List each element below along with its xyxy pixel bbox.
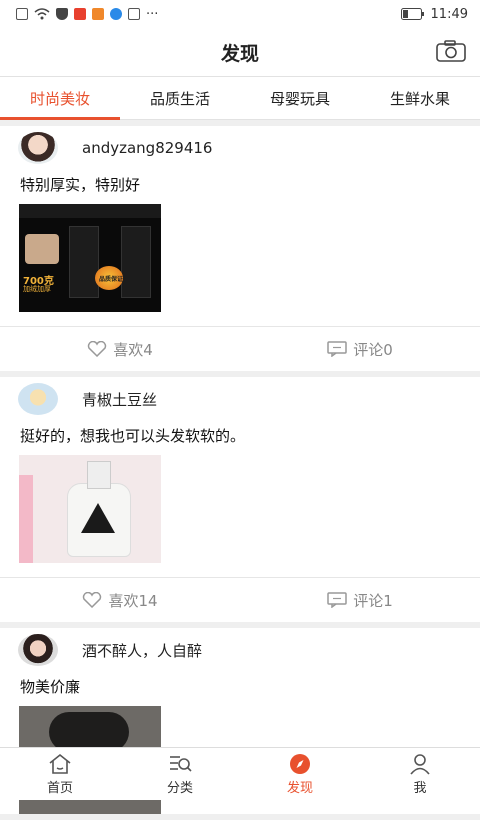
pink-bottle-edge <box>19 475 33 563</box>
browser-app-icon <box>110 8 122 20</box>
like-count: 喜欢14 <box>108 591 158 610</box>
app-header: 发现 <box>0 28 480 76</box>
status-icons-left: ··· <box>16 7 158 22</box>
status-icons-right: 11:49 <box>400 6 468 22</box>
comment-button[interactable]: 评论1 <box>240 578 480 622</box>
post-author[interactable]: 酒不醉人，人自醉 <box>0 628 480 672</box>
avatar[interactable] <box>18 383 58 415</box>
category-search-icon <box>170 755 192 772</box>
post-text: 挺好的，想我也可以头发软软的。 <box>20 427 246 445</box>
like-count: 喜欢4 <box>113 340 153 359</box>
comment-icon <box>327 341 347 357</box>
post-image[interactable]: 品质保证 700克 加绒加厚 <box>19 204 161 312</box>
clock: 11:49 <box>430 6 468 22</box>
battery-icon <box>400 8 424 20</box>
weight-sublabel: 加绒加厚 <box>23 285 51 293</box>
tab-baby-toys[interactable]: 母婴玩具 <box>240 77 360 119</box>
post-author[interactable]: andyzang829416 <box>0 126 480 170</box>
bottom-navigation: 首页 分类 发现 我 <box>0 747 480 800</box>
nav-label: 首页 <box>46 780 73 796</box>
fur-detail <box>25 234 59 264</box>
heart-icon <box>88 341 107 357</box>
category-tabs: 时尚美妆 品质生活 母婴玩具 生鲜水果 <box>0 76 480 120</box>
status-bar: ··· 11:49 <box>0 0 480 28</box>
leggings-shape <box>121 226 151 298</box>
comment-icon <box>327 592 347 608</box>
like-button[interactable]: 喜欢14 <box>0 578 240 622</box>
post-card[interactable]: 青椒土豆丝 挺好的，想我也可以头发软软的。 喜欢14 评论1 <box>0 377 480 622</box>
nav-home[interactable]: 首页 <box>0 748 120 800</box>
username[interactable]: 青椒土豆丝 <box>82 389 157 410</box>
post-actions: 喜欢14 评论1 <box>0 577 480 622</box>
username[interactable]: andyzang829416 <box>82 139 212 157</box>
image-badge: 品质保证 <box>99 276 124 283</box>
post-card[interactable]: andyzang829416 特别厚实，特别好 品质保证 700克 加绒加厚 喜… <box>0 126 480 371</box>
tab-label: 时尚美妆 <box>29 89 90 108</box>
leggings-shape <box>69 226 99 298</box>
post-actions: 喜欢4 评论0 <box>0 326 480 371</box>
compass-icon <box>290 753 310 774</box>
post-author[interactable]: 青椒土豆丝 <box>0 377 480 421</box>
nav-me[interactable]: 我 <box>360 748 480 800</box>
post-text: 特别厚实，特别好 <box>20 176 141 194</box>
tab-quality-life[interactable]: 品质生活 <box>120 77 240 119</box>
nav-category[interactable]: 分类 <box>120 748 240 800</box>
comment-button[interactable]: 评论0 <box>240 327 480 371</box>
nav-label: 分类 <box>166 780 193 796</box>
image-banner <box>19 204 161 218</box>
tab-fashion-beauty[interactable]: 时尚美妆 <box>0 77 120 120</box>
bottle-pump <box>87 461 111 489</box>
username[interactable]: 酒不醉人，人自醉 <box>82 640 202 661</box>
like-button[interactable]: 喜欢4 <box>0 327 240 371</box>
shield-icon <box>56 8 68 20</box>
app-notification-icon <box>74 8 86 20</box>
nav-discover[interactable]: 发现 <box>240 748 360 800</box>
gallery-icon <box>128 8 140 20</box>
more-notifications: ··· <box>146 6 159 22</box>
post-feed: andyzang829416 特别厚实，特别好 品质保证 700克 加绒加厚 喜… <box>0 126 480 820</box>
user-icon <box>410 753 430 775</box>
wifi-icon <box>34 8 50 20</box>
alert-icon <box>16 8 28 20</box>
post-text: 物美价廉 <box>20 678 81 696</box>
comment-count: 评论0 <box>353 340 393 359</box>
nav-label: 发现 <box>286 780 313 796</box>
camera-icon[interactable] <box>436 40 466 62</box>
tab-label: 生鲜水果 <box>389 89 450 108</box>
tab-fresh-fruit[interactable]: 生鲜水果 <box>360 77 480 119</box>
avatar[interactable] <box>18 634 58 666</box>
post-image[interactable] <box>19 455 161 563</box>
video-app-icon <box>92 8 104 20</box>
heart-icon <box>83 592 102 608</box>
image-dark-region <box>49 712 129 752</box>
tab-label: 母婴玩具 <box>269 89 330 108</box>
tab-label: 品质生活 <box>149 89 210 108</box>
home-icon <box>49 753 71 774</box>
avatar[interactable] <box>18 132 58 164</box>
nav-label: 我 <box>413 780 427 796</box>
comment-count: 评论1 <box>353 591 393 610</box>
page-title: 发现 <box>220 42 259 65</box>
